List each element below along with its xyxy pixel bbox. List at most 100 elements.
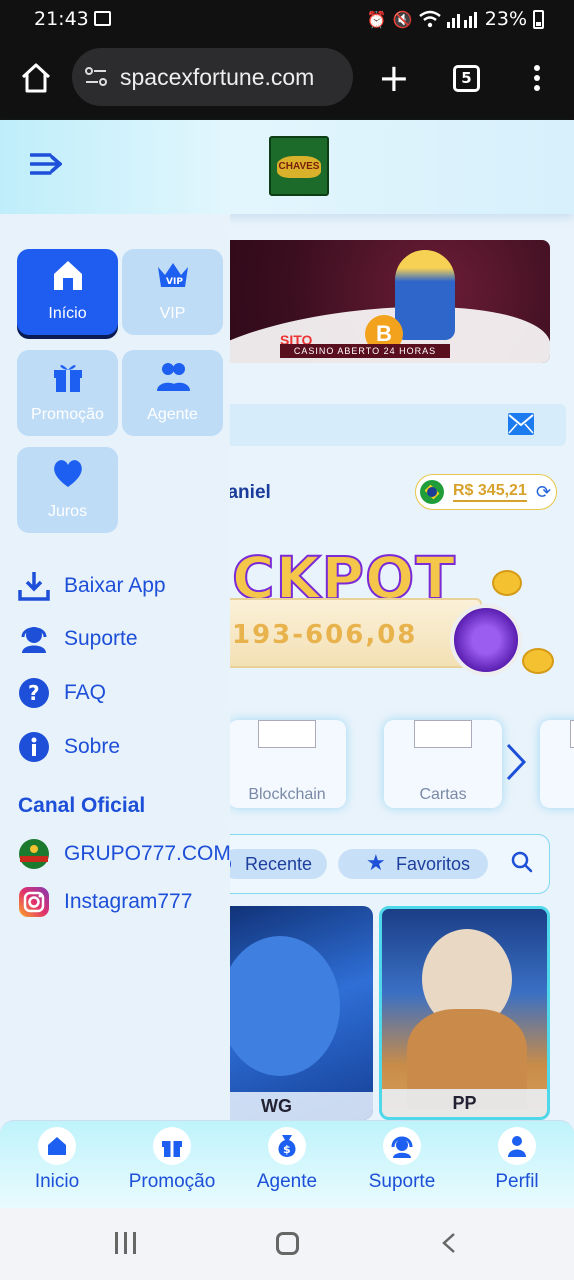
status-bar: 21:43 ⏰ 🔇 23%: [0, 0, 574, 40]
drawer-item-suporte[interactable]: Suporte: [18, 621, 228, 661]
banner-king-figure: [395, 250, 455, 340]
dragon-art: [220, 936, 340, 1076]
user-icon: [498, 1127, 536, 1165]
drawer-item-label: GRUPO777.COM: [64, 842, 231, 865]
svg-text:VIP: VIP: [166, 277, 183, 287]
bottom-nav-label: Suporte: [368, 1171, 436, 1192]
channel-instagram[interactable]: Instagram777: [18, 884, 228, 924]
bottom-nav-label: Perfil: [495, 1171, 539, 1192]
svg-text:$: $: [283, 1143, 291, 1156]
star-icon: ★: [366, 851, 386, 876]
balance-badge[interactable]: R$ 345,21 ⟳: [415, 474, 557, 510]
category-cartas[interactable]: Cartas: [384, 720, 502, 808]
bottom-nav-label: Agente: [256, 1171, 318, 1192]
category-label: F: [540, 786, 574, 804]
info-icon: [19, 732, 49, 762]
back-icon[interactable]: [440, 1232, 458, 1254]
wifi-icon: [418, 10, 441, 28]
bottom-nav-label: Promoção: [128, 1171, 216, 1192]
category-label: Cartas: [419, 786, 467, 803]
question-icon: ?: [19, 678, 49, 708]
recent-apps-icon[interactable]: [115, 1232, 139, 1254]
brazil-flag-icon: [420, 480, 444, 504]
recent-label: Recente: [245, 854, 313, 874]
menu-toggle-icon[interactable]: [30, 150, 62, 178]
favorites-filter-button[interactable]: ★ Favoritos: [338, 849, 488, 879]
category-label: Blockchain: [248, 786, 326, 803]
gift-icon: [153, 1127, 191, 1165]
svg-text:?: ?: [28, 681, 40, 705]
game-card-zeus[interactable]: PP: [379, 906, 550, 1120]
status-time: 21:43: [34, 8, 89, 30]
url-text[interactable]: spacexfortune.com: [120, 64, 314, 91]
bottom-nav-inicio[interactable]: Inicio: [2, 1127, 112, 1205]
game-filter-row: Recente ★ Favoritos: [180, 834, 550, 894]
system-home-icon[interactable]: [276, 1232, 299, 1255]
tile-label: Promoção: [31, 406, 104, 423]
drawer-item-label: Sobre: [64, 735, 121, 758]
banner-strip: CASINO ABERTO 24 HORAS: [280, 344, 450, 358]
status-icons: ⏰ 🔇 23%: [367, 8, 544, 30]
site-logo[interactable]: CHAVES: [269, 136, 329, 196]
search-icon[interactable]: [511, 851, 533, 873]
money-bag-icon: $: [268, 1127, 306, 1165]
channel-grupo777[interactable]: GRUPO777.COM: [18, 836, 231, 876]
drawer-item-label: Instagram777: [64, 890, 193, 913]
tile-label: VIP: [159, 305, 186, 322]
home-icon: [54, 261, 82, 290]
headset-icon: [21, 627, 47, 653]
bottom-nav: Inicio Promoção $ Agente Suporte Perfil: [0, 1120, 574, 1208]
battery-percent: 23%: [484, 8, 527, 30]
browser-menu-icon[interactable]: [534, 65, 540, 95]
mail-icon[interactable]: [507, 412, 535, 436]
favorites-label: Favoritos: [396, 854, 471, 874]
casino-chip-icon: [450, 604, 522, 676]
bottom-nav-agente[interactable]: $ Agente: [232, 1127, 342, 1205]
recent-filter-button[interactable]: Recente: [215, 849, 327, 879]
drawer-tile-vip[interactable]: VIP VIP: [122, 249, 223, 335]
category-image-placeholder: [258, 720, 316, 748]
tab-count-button[interactable]: 5: [453, 65, 480, 92]
bottom-nav-perfil[interactable]: Perfil: [462, 1127, 572, 1205]
coin-icon: [492, 570, 522, 596]
tile-label: Início: [48, 305, 87, 322]
category-more[interactable]: F: [540, 720, 574, 808]
drawer-item-baixar-app[interactable]: Baixar App: [18, 568, 228, 608]
promo-banner[interactable]: B SITO CASINO ABERTO 24 HORAS: [180, 240, 550, 363]
bottom-nav-suporte[interactable]: Suporte: [347, 1127, 457, 1205]
drawer-tile-promocao[interactable]: Promoção: [17, 350, 118, 436]
category-blockchain[interactable]: Blockchain: [228, 720, 346, 808]
home-icon: [38, 1127, 76, 1165]
vip-crown-icon: VIP: [158, 263, 188, 287]
bottom-nav-promocao[interactable]: Promoção: [117, 1127, 227, 1205]
drawer-item-faq[interactable]: ? FAQ: [18, 675, 228, 715]
battery-icon: [533, 9, 544, 29]
drawer-tile-inicio[interactable]: Início: [17, 249, 118, 335]
alarm-icon: ⏰: [366, 9, 387, 29]
grupo777-logo-icon: [19, 839, 49, 869]
app-header: CHAVES: [0, 120, 574, 214]
drawer-tile-agente[interactable]: Agente: [122, 350, 223, 436]
heart-icon: [54, 460, 82, 487]
balance-amount: R$ 345,21: [453, 482, 527, 502]
site-settings-icon[interactable]: [84, 66, 108, 88]
new-tab-icon[interactable]: +: [378, 59, 410, 97]
image-notification-icon: [94, 11, 111, 26]
notice-bar[interactable]: [180, 404, 566, 446]
download-icon: [18, 572, 50, 601]
browser-home-icon[interactable]: [20, 62, 52, 94]
drawer-item-sobre[interactable]: Sobre: [18, 729, 228, 769]
system-nav-bar: [0, 1208, 574, 1280]
jackpot-banner: CKPOT 193-606,08: [180, 543, 574, 676]
canal-oficial-title: Canal Oficial: [18, 794, 146, 817]
jackpot-value: 193-606,08: [232, 620, 418, 650]
mute-icon: 🔇: [392, 9, 413, 29]
gift-icon: [54, 365, 82, 392]
bottom-nav-label: Inicio: [34, 1171, 80, 1192]
chevron-right-icon[interactable]: [505, 742, 527, 782]
refresh-icon[interactable]: ⟳: [536, 482, 551, 503]
signal-icon: [446, 12, 477, 28]
drawer-tile-juros[interactable]: Juros: [17, 447, 118, 533]
address-bar[interactable]: spacexfortune.com: [72, 48, 353, 106]
drawer-item-label: Suporte: [64, 627, 138, 650]
